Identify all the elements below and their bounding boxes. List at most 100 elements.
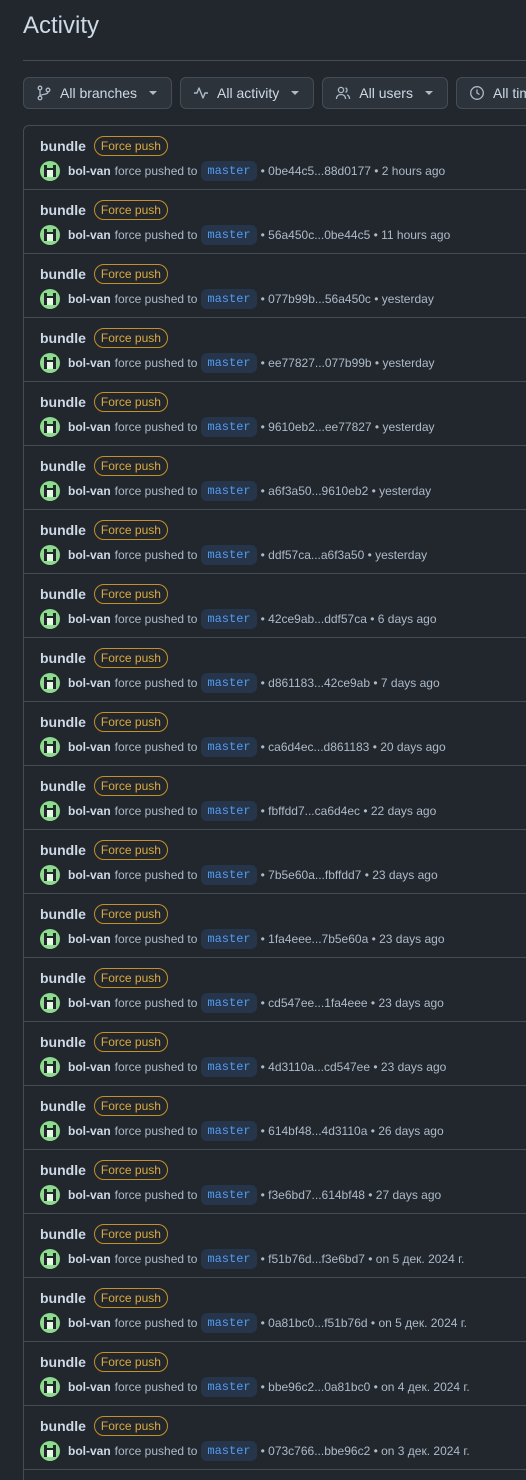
user-link[interactable]: bol-van — [68, 932, 111, 946]
list-item[interactable]: bundle Force push bol-van force pushed to ma… — [24, 126, 526, 190]
list-item[interactable]: bundle Force push bol-van force pushed to ma… — [24, 254, 526, 318]
branch-name[interactable]: bundle — [40, 970, 86, 986]
user-link[interactable]: bol-van — [68, 612, 111, 626]
branch-ref-label[interactable]: master — [201, 1185, 257, 1205]
avatar[interactable] — [40, 225, 60, 245]
avatar[interactable] — [40, 929, 60, 949]
avatar[interactable] — [40, 673, 60, 693]
branch-name[interactable]: bundle — [40, 1034, 86, 1050]
avatar[interactable] — [40, 1313, 60, 1333]
list-item[interactable]: bundle Force push bol-van force pushed to ma… — [24, 190, 526, 254]
commit-range-and-time[interactable]: • a6f3a50...9610eb2 • yesterday — [261, 484, 432, 498]
branch-ref-label[interactable]: master — [201, 673, 257, 693]
commit-range-and-time[interactable]: • 077b99b...56a450c • yesterday — [261, 292, 434, 306]
list-item[interactable]: bundle Force push bol-van force pushed to ma… — [24, 702, 526, 766]
branch-ref-label[interactable]: master — [201, 1121, 257, 1141]
list-item[interactable]: bundle Force push bol-van force pushed to ma… — [24, 766, 526, 830]
list-item[interactable]: bundle Force push bol-van force pushed to ma… — [24, 1150, 526, 1214]
list-item[interactable]: bundle Force push bol-van force pushed to ma… — [24, 510, 526, 574]
branch-ref-label[interactable]: master — [201, 417, 257, 437]
user-link[interactable]: bol-van — [68, 484, 111, 498]
commit-range-and-time[interactable]: • ca6d4ec...d861183 • 20 days ago — [261, 740, 446, 754]
list-item[interactable]: bundle Force push bol-van force pushed to ma… — [24, 446, 526, 510]
list-item[interactable]: bundle Force push bol-van force pushed to ma… — [24, 1214, 526, 1278]
commit-range-and-time[interactable]: • fbffdd7...ca6d4ec • 22 days ago — [261, 804, 437, 818]
commit-range-and-time[interactable]: • 9610eb2...ee77827 • yesterday — [261, 420, 435, 434]
branch-name[interactable]: bundle — [40, 458, 86, 474]
branch-name[interactable]: bundle — [40, 586, 86, 602]
user-link[interactable]: bol-van — [68, 1124, 111, 1138]
commit-range-and-time[interactable]: • 614bf48...4d3110a • 26 days ago — [261, 1124, 444, 1138]
list-item[interactable]: bundle Force push bol-van force pushed to ma… — [24, 318, 526, 382]
avatar[interactable] — [40, 353, 60, 373]
branch-ref-label[interactable]: master — [201, 353, 257, 373]
list-item[interactable]: bundle Force push bol-van force pushed to ma… — [24, 382, 526, 446]
commit-range-and-time[interactable]: • 42ce9ab...ddf57ca • 6 days ago — [261, 612, 437, 626]
avatar[interactable] — [40, 993, 60, 1013]
user-link[interactable]: bol-van — [68, 804, 111, 818]
list-item[interactable]: bundleForce push — [24, 1470, 526, 1480]
user-link[interactable]: bol-van — [68, 420, 111, 434]
avatar[interactable] — [40, 481, 60, 501]
commit-range-and-time[interactable]: • cd547ee...1fa4eee • 23 days ago — [261, 996, 444, 1010]
branch-ref-label[interactable]: master — [201, 609, 257, 629]
list-item[interactable]: bundle Force push bol-van force pushed to ma… — [24, 830, 526, 894]
user-link[interactable]: bol-van — [68, 676, 111, 690]
branch-ref-label[interactable]: master — [201, 161, 257, 181]
branch-ref-label[interactable]: master — [201, 801, 257, 821]
branch-name[interactable]: bundle — [40, 1354, 86, 1370]
list-item[interactable]: bundle Force push bol-van force pushed to ma… — [24, 574, 526, 638]
user-link[interactable]: bol-van — [68, 548, 111, 562]
branch-name[interactable]: bundle — [40, 778, 86, 794]
list-item[interactable]: bundle Force push bol-van force pushed to ma… — [24, 1022, 526, 1086]
branch-ref-label[interactable]: master — [201, 1441, 257, 1461]
commit-range-and-time[interactable]: • 56a450c...0be44c5 • 11 hours ago — [261, 228, 451, 242]
branch-ref-label[interactable]: master — [201, 1249, 257, 1269]
commit-range-and-time[interactable]: • 0be44c5...88d0177 • 2 hours ago — [261, 164, 446, 178]
user-link[interactable]: bol-van — [68, 1444, 111, 1458]
avatar[interactable] — [40, 545, 60, 565]
branch-name[interactable]: bundle — [40, 202, 86, 218]
list-item[interactable]: bundle Force push bol-van force pushed to ma… — [24, 1406, 526, 1470]
list-item[interactable]: bundle Force push bol-van force pushed to ma… — [24, 958, 526, 1022]
branch-name[interactable]: bundle — [40, 714, 86, 730]
branch-name[interactable]: bundle — [40, 1098, 86, 1114]
commit-range-and-time[interactable]: • 4d3110a...cd547ee • 23 days ago — [261, 1060, 447, 1074]
commit-range-and-time[interactable]: • f3e6bd7...614bf48 • 27 days ago — [261, 1188, 442, 1202]
avatar[interactable] — [40, 289, 60, 309]
avatar[interactable] — [40, 1185, 60, 1205]
list-item[interactable]: bundle Force push bol-van force pushed to ma… — [24, 1342, 526, 1406]
commit-range-and-time[interactable]: • ddf57ca...a6f3a50 • yesterday — [261, 548, 428, 562]
user-link[interactable]: bol-van — [68, 1188, 111, 1202]
commit-range-and-time[interactable]: • 1fa4eee...7b5e60a • 23 days ago — [261, 932, 445, 946]
user-link[interactable]: bol-van — [68, 292, 111, 306]
user-link[interactable]: bol-van — [68, 356, 111, 370]
avatar[interactable] — [40, 609, 60, 629]
branch-ref-label[interactable]: master — [201, 929, 257, 949]
list-item[interactable]: bundle Force push bol-van force pushed to ma… — [24, 638, 526, 702]
user-link[interactable]: bol-van — [68, 1060, 111, 1074]
user-link[interactable]: bol-van — [68, 1252, 111, 1266]
branch-ref-label[interactable]: master — [201, 865, 257, 885]
branch-ref-label[interactable]: master — [201, 225, 257, 245]
commit-range-and-time[interactable]: • f51b76d...f3e6bd7 • on 5 дек. 2024 г. — [261, 1252, 465, 1266]
avatar[interactable] — [40, 1121, 60, 1141]
branch-filter-button[interactable]: All branches — [23, 77, 173, 109]
avatar[interactable] — [40, 737, 60, 757]
branch-name[interactable]: bundle — [40, 138, 86, 154]
branch-ref-label[interactable]: master — [201, 289, 257, 309]
avatar[interactable] — [40, 417, 60, 437]
user-link[interactable]: bol-van — [68, 1316, 111, 1330]
branch-name[interactable]: bundle — [40, 394, 86, 410]
branch-name[interactable]: bundle — [40, 1290, 86, 1306]
branch-name[interactable]: bundle — [40, 842, 86, 858]
avatar[interactable] — [40, 1057, 60, 1077]
commit-range-and-time[interactable]: • 0a81bc0...f51b76d • on 5 дек. 2024 г. — [261, 1316, 467, 1330]
user-link[interactable]: bol-van — [68, 1380, 111, 1394]
user-link[interactable]: bol-van — [68, 868, 111, 882]
users-filter-button[interactable]: All users — [322, 77, 448, 109]
commit-range-and-time[interactable]: • bbe96c2...0a81bc0 • on 4 дек. 2024 г. — [261, 1380, 470, 1394]
user-link[interactable]: bol-van — [68, 228, 111, 242]
branch-name[interactable]: bundle — [40, 1418, 86, 1434]
branch-name[interactable]: bundle — [40, 330, 86, 346]
